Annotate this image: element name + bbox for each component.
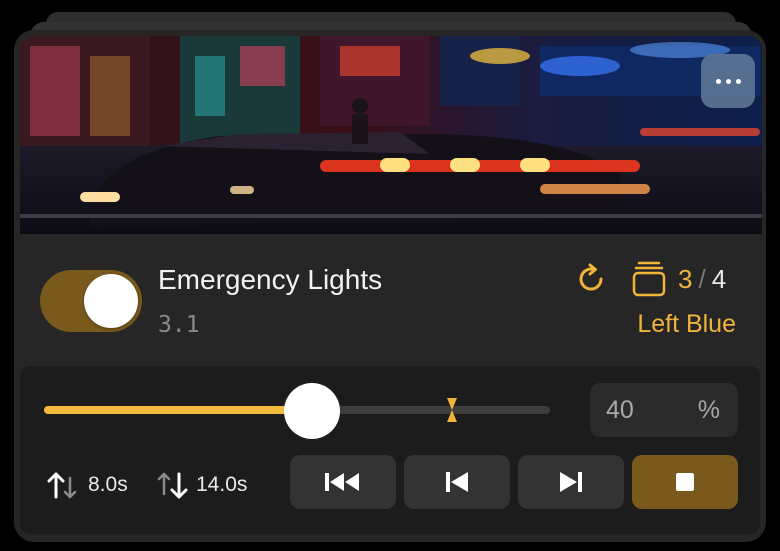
stacked-layers-icon <box>632 261 666 297</box>
scene-index: 3 <box>678 264 693 294</box>
skip-next-icon <box>560 472 582 492</box>
brightness-unit: % <box>697 396 720 424</box>
fade-down-time[interactable]: 14.0s <box>154 470 247 500</box>
hourglass-icon[interactable] <box>446 396 458 424</box>
scene-separator: / <box>698 264 706 294</box>
skip-to-start-icon <box>325 473 359 491</box>
power-toggle[interactable] <box>40 270 142 332</box>
brightness-slider-fill <box>44 406 313 414</box>
light-version: 3.1 <box>158 312 200 338</box>
fade-up-icon <box>47 472 77 499</box>
light-card: Emergency Lights 3.1 3/4 Left Blue 40 % <box>14 30 766 542</box>
light-title: Emergency Lights <box>158 264 383 295</box>
brightness-percent-field[interactable]: 40 % <box>590 383 738 437</box>
stop-button[interactable] <box>632 455 738 509</box>
brightness-slider-thumb[interactable] <box>284 383 341 439</box>
fade-down-label: 14.0s <box>196 473 248 496</box>
fade-up-label: 8.0s <box>88 473 128 496</box>
scene-image <box>20 36 762 234</box>
fade-up-time[interactable]: 8.0s <box>46 470 128 500</box>
scene-total: 4 <box>711 264 727 294</box>
more-horizontal-icon <box>715 78 741 84</box>
next-button[interactable] <box>518 455 624 509</box>
brightness-value: 40 <box>606 396 634 424</box>
previous-button[interactable] <box>404 455 510 509</box>
fade-down-icon <box>157 472 188 499</box>
scene-counter: 3/4 <box>678 264 726 295</box>
skip-to-start-button[interactable] <box>290 455 396 509</box>
stop-square-icon <box>676 473 694 491</box>
skip-previous-icon <box>446 472 468 492</box>
scene-name[interactable]: Left Blue <box>637 310 736 339</box>
control-panel: 40 % 8.0s 14.0s <box>20 366 760 534</box>
more-options-button[interactable] <box>701 54 755 108</box>
toggle-knob <box>84 274 138 328</box>
refresh-icon[interactable] <box>574 262 608 296</box>
